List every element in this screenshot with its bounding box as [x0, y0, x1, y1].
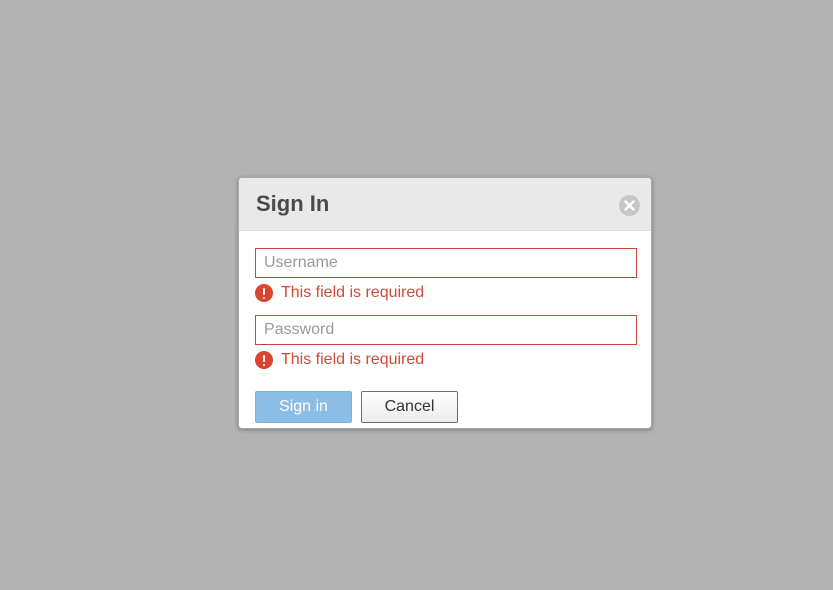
username-error: This field is required [255, 279, 635, 307]
sign-in-button[interactable]: Sign in [255, 391, 352, 423]
dialog-title: Sign In [256, 191, 330, 216]
dialog-body: This field is required This field is req… [239, 231, 651, 423]
sign-in-dialog: Sign In This field is required This fiel… [238, 177, 652, 429]
dialog-header: Sign In [239, 178, 651, 231]
password-error-text: This field is required [281, 351, 425, 368]
close-button[interactable] [619, 195, 640, 216]
close-icon [624, 200, 635, 211]
cancel-button[interactable]: Cancel [361, 391, 458, 423]
exclamation-circle-icon [255, 351, 273, 369]
password-error: This field is required [255, 346, 635, 374]
exclamation-circle-icon [255, 284, 273, 302]
username-error-text: This field is required [281, 284, 425, 301]
username-input[interactable] [255, 248, 637, 278]
password-input[interactable] [255, 315, 637, 345]
dialog-actions: Sign in Cancel [255, 391, 635, 423]
